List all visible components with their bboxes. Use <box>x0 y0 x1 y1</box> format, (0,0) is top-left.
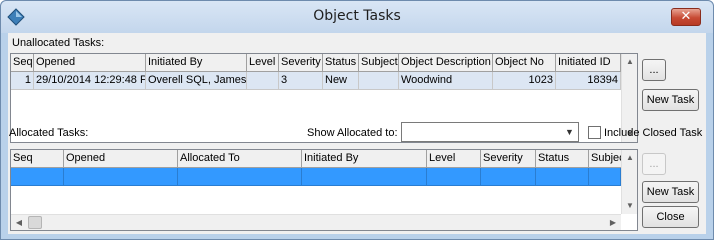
cell-opened: 29/10/2014 12:29:48 P <box>34 72 146 90</box>
column-header-subject[interactable]: Subject <box>359 54 399 72</box>
allocated-vertical-scrollbar[interactable]: ▲ ▼ <box>621 150 637 214</box>
cell-level <box>427 168 481 186</box>
table-row[interactable] <box>11 168 621 186</box>
allocated-new-task-button[interactable]: New Task <box>642 181 699 203</box>
close-button[interactable]: Close <box>642 206 699 228</box>
unallocated-ellipsis-button[interactable]: ... <box>642 59 666 81</box>
cell-object-description: Woodwind <box>399 72 493 90</box>
cell-subject <box>589 168 621 186</box>
chevron-down-icon[interactable]: ▼ <box>561 123 578 141</box>
column-header-seq[interactable]: Seq <box>11 54 34 72</box>
scroll-up-arrow-icon[interactable]: ▲ <box>622 54 637 70</box>
cell-initiated-id: 18394 <box>556 72 621 90</box>
column-header-severity[interactable]: Severity <box>481 150 536 168</box>
object-tasks-window: Object Tasks ✕ Unallocated Tasks: Seq Op… <box>0 0 714 240</box>
show-allocated-to-dropdown[interactable]: ▼ <box>401 122 579 142</box>
allocated-ellipsis-button[interactable]: ... <box>642 153 666 175</box>
allocated-horizontal-scrollbar[interactable]: ◀ ▶ <box>11 214 621 230</box>
unallocated-new-task-button[interactable]: New Task <box>642 89 699 111</box>
column-header-object-description[interactable]: Object Description <box>399 54 493 72</box>
column-header-allocated-to[interactable]: Allocated To <box>178 150 302 168</box>
column-header-opened[interactable]: Opened <box>34 54 146 72</box>
cell-initiated-by: Overell SQL, James <box>146 72 247 90</box>
column-header-opened[interactable]: Opened <box>64 150 178 168</box>
horizontal-scroll-thumb[interactable] <box>28 216 42 229</box>
scroll-left-arrow-icon[interactable]: ◀ <box>11 215 27 230</box>
scroll-down-arrow-icon[interactable]: ▼ <box>622 198 637 214</box>
column-header-initiated-id[interactable]: Initiated ID <box>556 54 621 72</box>
unallocated-tasks-label: Unallocated Tasks: <box>12 37 105 49</box>
window-close-button[interactable]: ✕ <box>671 8 701 26</box>
cell-subject <box>359 72 399 90</box>
show-allocated-to-value <box>402 126 405 138</box>
cell-allocated-to <box>178 168 302 186</box>
cell-initiated-by <box>302 168 427 186</box>
allocated-tasks-label: Allocated Tasks: <box>9 127 89 139</box>
allocated-tasks-grid[interactable]: Seq Opened Allocated To Initiated By Lev… <box>10 149 638 231</box>
column-header-status[interactable]: Status <box>536 150 589 168</box>
window-title: Object Tasks <box>313 8 401 24</box>
include-closed-task-label: Include Closed Task <box>604 127 703 139</box>
unallocated-grid-header: Seq Opened Initiated By Level Severity S… <box>11 54 621 72</box>
column-header-level[interactable]: Level <box>427 150 481 168</box>
column-header-level[interactable]: Level <box>247 54 279 72</box>
show-allocated-to-label: Show Allocated to: <box>307 127 398 139</box>
table-row[interactable]: 1 29/10/2014 12:29:48 P Overell SQL, Jam… <box>11 72 621 90</box>
column-header-severity[interactable]: Severity <box>279 54 323 72</box>
scroll-right-arrow-icon[interactable]: ▶ <box>605 215 621 230</box>
cell-severity: 3 <box>279 72 323 90</box>
cell-opened <box>64 168 178 186</box>
column-header-seq[interactable]: Seq <box>11 150 64 168</box>
cell-severity <box>481 168 536 186</box>
column-header-object-no[interactable]: Object No <box>493 54 556 72</box>
cell-object-no: 1023 <box>493 72 556 90</box>
cell-level <box>247 72 279 90</box>
column-header-initiated-by[interactable]: Initiated By <box>146 54 247 72</box>
cell-status <box>536 168 589 186</box>
dialog-body: Unallocated Tasks: Seq Opened Initiated … <box>8 33 706 234</box>
scroll-up-arrow-icon[interactable]: ▲ <box>622 150 637 166</box>
cell-status: New <box>323 72 359 90</box>
allocated-grid-header: Seq Opened Allocated To Initiated By Lev… <box>11 150 629 168</box>
include-closed-task-checkbox[interactable] <box>588 126 601 139</box>
column-header-initiated-by[interactable]: Initiated By <box>302 150 427 168</box>
cell-seq <box>11 168 64 186</box>
title-bar[interactable]: Object Tasks ✕ <box>1 1 713 33</box>
column-header-status[interactable]: Status <box>323 54 359 72</box>
cell-seq: 1 <box>11 72 34 90</box>
